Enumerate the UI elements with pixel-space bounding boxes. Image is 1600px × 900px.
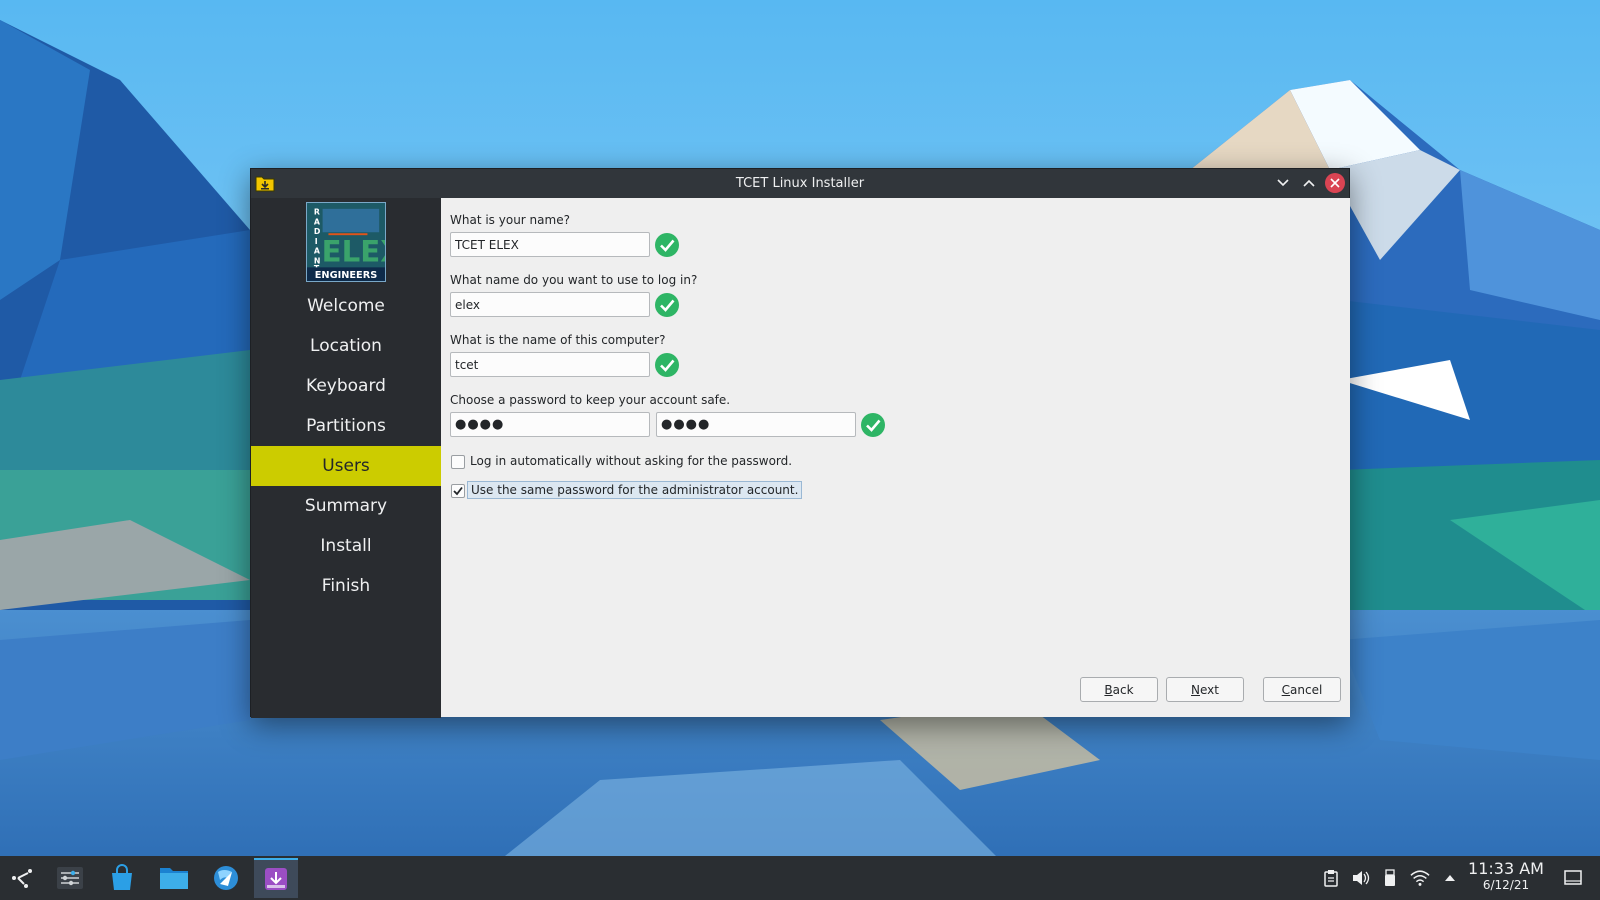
next-button[interactable]: Next [1166, 677, 1244, 702]
password-valid-check-icon [861, 413, 885, 437]
full-name-input[interactable] [450, 232, 650, 257]
autologin-label[interactable]: Log in automatically without asking for … [470, 454, 792, 468]
users-page: What is your name? What name do you want… [441, 198, 1350, 717]
discover-store-launcher[interactable] [100, 858, 144, 898]
name-label: What is your name? [450, 213, 570, 227]
close-button[interactable] [1325, 173, 1345, 193]
computer-name-input[interactable] [450, 352, 650, 377]
clock-time: 11:33 AM [1468, 859, 1544, 878]
login-valid-check-icon [655, 293, 679, 317]
web-browser-launcher[interactable] [204, 858, 248, 898]
password-label: Choose a password to keep your account s… [450, 393, 731, 407]
svg-text:R: R [314, 208, 320, 217]
cancel-mnemonic: C [1281, 682, 1291, 697]
chevron-up-icon [1303, 179, 1315, 187]
step-users: Users [251, 446, 441, 486]
web-browser-icon [214, 866, 238, 890]
back-button[interactable]: Back [1080, 677, 1158, 702]
installer-window: TCET Linux Installer R A D I A N T EL [250, 168, 1350, 718]
same-admin-password-label[interactable]: Use the same password for the administra… [467, 481, 803, 499]
usb-drive-icon [1385, 869, 1395, 886]
steps-sidebar: R A D I A N T ELEX ENGINEERS Welcome Loc… [251, 198, 441, 718]
password-confirm-input[interactable] [656, 412, 856, 437]
clock-date: 6/12/21 [1482, 878, 1530, 892]
same-admin-password-checkbox[interactable] [451, 484, 465, 498]
installer-app-icon [255, 176, 275, 192]
network-tray[interactable] [1410, 868, 1430, 888]
show-hidden-tray-button[interactable] [1440, 868, 1460, 888]
installer-steps: Welcome Location Keyboard Partitions Use… [251, 286, 441, 606]
chevron-down-icon [1277, 179, 1289, 187]
removable-device-tray[interactable] [1380, 868, 1400, 888]
next-label: ext [1200, 682, 1219, 697]
window-titlebar[interactable]: TCET Linux Installer [251, 169, 1349, 198]
svg-text:A: A [314, 217, 320, 226]
system-settings-launcher[interactable] [48, 858, 92, 898]
back-mnemonic: B [1104, 682, 1113, 697]
installer-taskbar-item[interactable] [254, 858, 298, 898]
step-summary: Summary [304, 496, 388, 516]
svg-text:ENGINEERS: ENGINEERS [315, 270, 377, 281]
svg-text:I: I [315, 237, 318, 246]
file-manager-icon [160, 868, 188, 889]
application-launcher-icon [12, 869, 32, 888]
step-finish: Finish [321, 576, 371, 596]
radiant-elex-logo: R A D I A N T ELEX ENGINEERS [306, 202, 386, 282]
window-title: TCET Linux Installer [735, 176, 865, 191]
checkmark-icon [453, 486, 463, 496]
password-input[interactable] [450, 412, 650, 437]
computer-valid-check-icon [655, 353, 679, 377]
clipboard-tray[interactable] [1321, 868, 1341, 888]
close-icon [1330, 178, 1340, 188]
taskbar: 11:33 AM 6/12/21 [0, 856, 1600, 900]
volume-icon [1353, 871, 1370, 885]
autologin-checkbox[interactable] [451, 455, 465, 469]
svg-text:ELEX: ELEX [322, 235, 386, 269]
application-launcher[interactable] [0, 858, 44, 898]
next-mnemonic: N [1191, 682, 1200, 697]
system-settings-icon [57, 867, 83, 889]
discover-store-icon [112, 864, 132, 890]
step-welcome: Welcome [307, 296, 385, 316]
installer-icon [265, 868, 287, 890]
volume-tray[interactable] [1351, 868, 1371, 888]
clipboard-icon [1324, 870, 1338, 887]
cancel-button[interactable]: Cancel [1263, 677, 1341, 702]
step-partitions: Partitions [306, 416, 386, 436]
minimize-button[interactable] [1273, 173, 1293, 193]
show-desktop-icon [1564, 870, 1582, 885]
back-label: ack [1112, 682, 1134, 697]
name-valid-check-icon [655, 233, 679, 257]
maximize-button[interactable] [1299, 173, 1319, 193]
file-manager-launcher[interactable] [152, 858, 196, 898]
computer-name-label: What is the name of this computer? [450, 333, 666, 347]
svg-text:D: D [314, 227, 321, 236]
step-keyboard: Keyboard [306, 376, 386, 396]
login-label: What name do you want to use to log in? [450, 273, 698, 287]
cancel-label: ancel [1290, 682, 1323, 697]
wifi-icon [1410, 870, 1430, 886]
step-install: Install [320, 536, 372, 556]
svg-text:A: A [314, 247, 320, 256]
show-desktop-button[interactable] [1563, 868, 1583, 888]
step-location: Location [310, 336, 382, 356]
chevron-up-icon [1445, 875, 1455, 881]
digital-clock[interactable]: 11:33 AM 6/12/21 [1466, 859, 1546, 892]
login-name-input[interactable] [450, 292, 650, 317]
